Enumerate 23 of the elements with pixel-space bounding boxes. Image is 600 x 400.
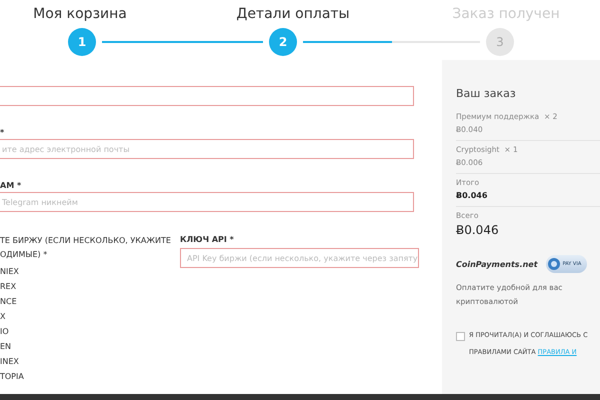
payment-name[interactable]: CoinPayments.net xyxy=(456,260,538,268)
exchange-option[interactable]: X xyxy=(0,312,180,322)
step-label: Моя корзина xyxy=(32,6,128,24)
exchange-option[interactable]: IO xyxy=(0,327,180,337)
exchange-option[interactable]: NIEX xyxy=(0,267,180,277)
total-value: Ƀ0.046 xyxy=(456,223,500,237)
step-number: 2 xyxy=(269,28,297,56)
input-field[interactable] xyxy=(0,86,414,106)
exchange-option[interactable]: INEX xyxy=(0,357,180,367)
field-label: * xyxy=(0,127,6,139)
terms-checkbox[interactable] xyxy=(456,332,465,341)
subtotal-value: Ƀ0.046 xyxy=(456,191,488,200)
field-label: КЛЮЧ API * xyxy=(180,234,235,246)
step-label: Детали оплаты xyxy=(235,6,351,24)
exchange-option[interactable]: TOPIA xyxy=(0,372,180,382)
exchange-option[interactable]: NCE xyxy=(0,297,180,307)
field-label: АМ * xyxy=(0,180,22,192)
exchange-option[interactable]: EN xyxy=(0,342,180,352)
order-title: Ваш заказ xyxy=(456,87,517,100)
field-label: ТЕ БИРЖУ (ЕСЛИ НЕСКОЛЬКО, УКАЖИТЕ ОДИМЫЕ) * xyxy=(0,235,172,261)
step-number: 3 xyxy=(486,28,514,56)
exchange-option[interactable]: REX xyxy=(0,282,180,292)
step-number: 1 xyxy=(68,28,96,56)
